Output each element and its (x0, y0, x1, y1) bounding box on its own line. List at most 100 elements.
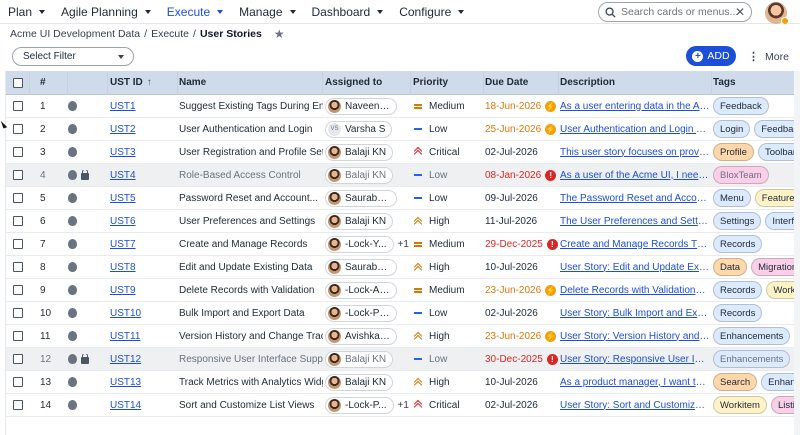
row-checkbox[interactable] (13, 101, 23, 111)
assignee-chip[interactable]: Balaji KN (325, 166, 394, 184)
tag-chip[interactable]: Records (713, 235, 763, 253)
ust-id-link[interactable]: UST5 (110, 193, 136, 204)
add-button[interactable]: + ADD (686, 46, 736, 66)
row-select[interactable] (6, 147, 30, 157)
row-checkbox[interactable] (13, 377, 23, 387)
tag-chip[interactable]: Records (713, 281, 763, 299)
sort-ascending-icon[interactable]: ↑ (147, 77, 152, 88)
description-link[interactable]: User Story: Sort and Customize List V... (560, 400, 710, 411)
header-assigned[interactable]: Assigned to (323, 71, 411, 95)
table-row[interactable]: 4 UST4 Role-Based Access Control Balaji … (6, 164, 800, 187)
breadcrumb-item-execute[interactable]: Execute (151, 28, 189, 40)
nav-item-agile-planning[interactable]: Agile Planning (53, 0, 159, 24)
ust-id-link[interactable]: UST1 (110, 101, 136, 112)
row-select[interactable] (6, 216, 30, 226)
assignee-chip[interactable]: Balaji KN (325, 373, 394, 391)
description-link[interactable]: User Story: Version History and Cha... (560, 331, 710, 342)
table-row[interactable]: 13 UST13 Track Metrics with Analytics Wi… (6, 371, 800, 394)
favorite-star-icon[interactable]: ★ (274, 27, 285, 41)
nav-item-manage[interactable]: Manage (231, 0, 303, 24)
description-link[interactable]: As a user of the Acme UI, I need a role-… (560, 170, 710, 181)
assignee-chip[interactable]: -Lock-Y... (325, 235, 394, 253)
description-link[interactable]: The User Preferences and Settings fea... (560, 216, 710, 227)
nav-item-dashboard[interactable]: Dashboard (304, 0, 392, 24)
row-checkbox[interactable] (13, 285, 23, 295)
assignee-chip[interactable]: Naveen KM (325, 97, 397, 115)
row-checkbox[interactable] (13, 400, 23, 410)
description-link[interactable]: Create and Manage Records The user ... (560, 239, 710, 250)
breadcrumb-item-project[interactable]: Acme UI Development Data (10, 28, 140, 40)
row-select[interactable] (6, 124, 30, 134)
search-box[interactable]: ✕ (598, 2, 752, 22)
assignee-chip[interactable]: VS Varsha S (325, 120, 393, 138)
row-select[interactable] (6, 239, 30, 249)
tag-chip[interactable]: Workitem (713, 396, 767, 414)
table-row[interactable]: 3 UST3 User Registration and Profile Set… (6, 141, 800, 164)
tag-chip[interactable]: Enhancements (713, 327, 791, 345)
tag-chip[interactable]: Enhancements (713, 350, 791, 368)
nav-item-configure[interactable]: Configure (391, 0, 472, 24)
tag-chip[interactable]: Profile (713, 143, 754, 161)
table-row[interactable]: 9 UST9 Delete Records with Validation -L… (6, 279, 800, 302)
vertical-scrollbar[interactable] (794, 71, 800, 435)
assignee-chip[interactable]: Balaji KN (325, 212, 394, 230)
row-checkbox[interactable] (13, 262, 23, 272)
row-checkbox[interactable] (13, 308, 23, 318)
description-link[interactable]: User Story: Responsive User Interface... (560, 354, 710, 365)
row-select[interactable] (6, 400, 30, 410)
row-select[interactable] (6, 101, 30, 111)
tag-chip[interactable]: Settings (713, 212, 762, 230)
header-name[interactable]: Name (178, 71, 323, 95)
header-priority[interactable]: Priority (411, 71, 484, 95)
table-row[interactable]: 1 UST1 Suggest Existing Tags During Entr… (6, 95, 800, 118)
tag-chip[interactable]: Migration (751, 258, 800, 276)
tag-chip[interactable]: Login (713, 120, 751, 138)
ust-id-link[interactable]: UST13 (110, 377, 141, 388)
assignee-chip[interactable]: Avishkar Pr... (325, 327, 397, 345)
nav-item-plan[interactable]: Plan (0, 0, 53, 24)
table-row[interactable]: 2 UST2 User Authentication and Login VS V… (6, 118, 800, 141)
description-link[interactable]: As a product manager, I want to imple... (560, 377, 710, 388)
table-row[interactable]: 12 UST12 Responsive User Interface Suppo… (6, 348, 800, 371)
row-select[interactable] (6, 308, 30, 318)
table-row[interactable]: 8 UST8 Edit and Update Existing Data Sau… (6, 256, 800, 279)
row-checkbox[interactable] (13, 170, 23, 180)
tag-chip[interactable]: BloxTeam (713, 166, 769, 184)
clear-search-icon[interactable]: ✕ (735, 5, 745, 19)
select-all-checkbox[interactable] (12, 77, 23, 88)
row-checkbox[interactable] (13, 331, 23, 341)
table-row[interactable]: 14 UST14 Sort and Customize List Views -… (6, 394, 800, 417)
search-input[interactable] (621, 6, 741, 18)
row-checkbox[interactable] (13, 239, 23, 249)
table-row[interactable]: 7 UST7 Create and Manage Records -Lock-Y… (6, 233, 800, 256)
header-tags[interactable]: Tags (712, 71, 800, 95)
ust-id-link[interactable]: UST3 (110, 147, 136, 158)
assignee-chip[interactable]: Saurabh Kar (325, 189, 397, 207)
assignee-chip[interactable]: Balaji KN (325, 350, 394, 368)
tag-chip[interactable]: Data (713, 258, 748, 276)
assignee-chip[interactable]: Saurabh Kar (325, 258, 397, 276)
tag-chip[interactable]: Records (713, 304, 763, 322)
description-link[interactable]: User Story: Edit and Update Existing... (560, 262, 710, 273)
header-description[interactable]: Description (559, 71, 712, 95)
row-select[interactable] (6, 193, 30, 203)
ust-id-link[interactable]: UST7 (110, 239, 136, 250)
ust-id-link[interactable]: UST4 (110, 170, 136, 181)
row-checkbox[interactable] (13, 193, 23, 203)
ust-id-link[interactable]: UST11 (110, 331, 140, 342)
ust-id-link[interactable]: UST10 (110, 308, 141, 319)
row-checkbox[interactable] (13, 216, 23, 226)
row-checkbox[interactable] (13, 147, 23, 157)
row-select[interactable] (6, 285, 30, 295)
extra-assignees-count[interactable]: +1 (398, 239, 409, 250)
description-link[interactable]: User Authentication and Login The Us... (560, 124, 710, 135)
description-link[interactable]: This user story focuses on providing a..… (560, 147, 710, 158)
assignee-chip[interactable]: -Lock-P... (325, 396, 394, 414)
extra-assignees-count[interactable]: +1 (398, 400, 409, 411)
row-select[interactable] (6, 331, 30, 341)
tag-chip[interactable]: Menu (713, 189, 751, 207)
ust-id-link[interactable]: UST8 (110, 262, 136, 273)
header-select-all[interactable] (6, 71, 30, 95)
table-row[interactable]: 10 UST10 Bulk Import and Export Data -Lo… (6, 302, 800, 325)
assignee-chip[interactable]: Balaji KN (325, 143, 394, 161)
